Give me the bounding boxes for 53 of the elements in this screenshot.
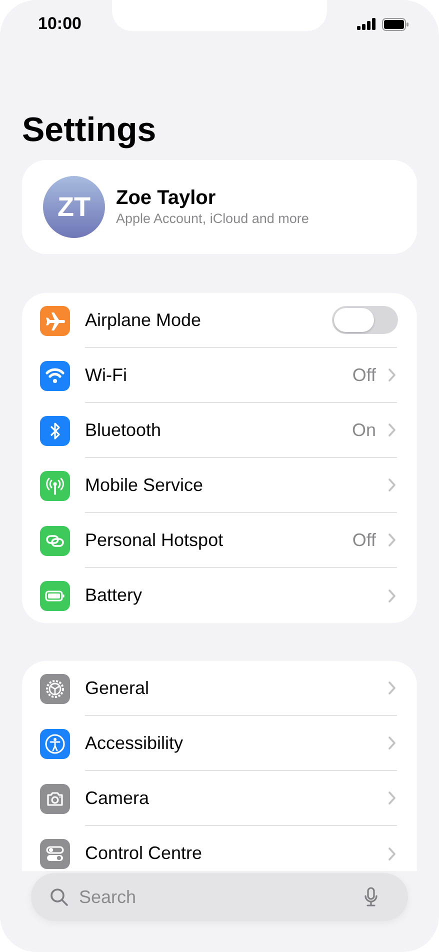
accessibility-icon [40,728,70,758]
row-label: Accessibility [85,732,184,754]
page-title: Settings [22,110,158,150]
settings-row[interactable]: Wi-Fi Off [22,348,417,403]
chevron-icon [388,791,397,805]
profile-subtitle: Apple Account, iCloud and more [116,210,310,228]
battery-icon [382,18,409,30]
row-label: Airplane Mode [85,310,202,330]
antenna-icon [40,470,70,500]
row-label: General [85,678,150,698]
settings-row[interactable]: Battery [22,568,417,623]
toggle-switch[interactable] [332,306,398,334]
gear-icon [40,674,70,704]
chevron-icon [388,368,397,382]
row-label: Mobile Service [85,474,204,496]
row-label: Personal Hotspot [85,530,224,550]
row-label: Battery [85,585,144,606]
chevron-icon [388,478,397,492]
chevron-icon [388,846,397,860]
profile-name: Zoe Taylor [116,186,217,210]
settings-row[interactable]: Mobile Service [22,458,417,513]
chevron-icon [388,681,397,695]
profile-card[interactable]: ZT Zoe Taylor Apple Account, iCloud and more [22,160,417,254]
chevron-icon [388,423,397,437]
row-label: Bluetooth [85,420,162,440]
settings-row[interactable]: General [22,661,417,716]
settings-row[interactable]: Control Centre [22,826,417,871]
row-label: Control Centre [85,843,204,864]
switches-icon [40,838,70,868]
chevron-icon [388,533,397,547]
microphone-icon [364,887,378,907]
settings-row[interactable]: Camera [22,771,417,826]
wifi-icon [40,360,70,390]
chevron-icon [388,588,397,602]
settings-row[interactable]: Accessibility [22,716,417,771]
row-label: Wi-Fi [85,364,128,386]
settings-row[interactable]: Personal Hotspot Off [22,513,417,568]
row-value: Off [352,364,376,386]
link-icon [40,526,70,556]
row-value: On [352,420,376,440]
row-label: Camera [85,788,150,808]
signal-icon [357,18,376,30]
settings-row[interactable]: Airplane Mode [22,293,417,348]
search-field[interactable]: Search [31,873,408,921]
camera-icon [40,784,70,814]
bluetooth-icon [40,416,70,446]
battery-icon [40,580,70,610]
status-time: 10:00 [38,14,82,34]
chevron-icon [388,736,397,750]
settings-row[interactable]: Bluetooth On [22,403,417,458]
row-value: Off [352,530,376,550]
avatar: ZT [43,176,105,238]
airplane-icon [40,306,70,336]
